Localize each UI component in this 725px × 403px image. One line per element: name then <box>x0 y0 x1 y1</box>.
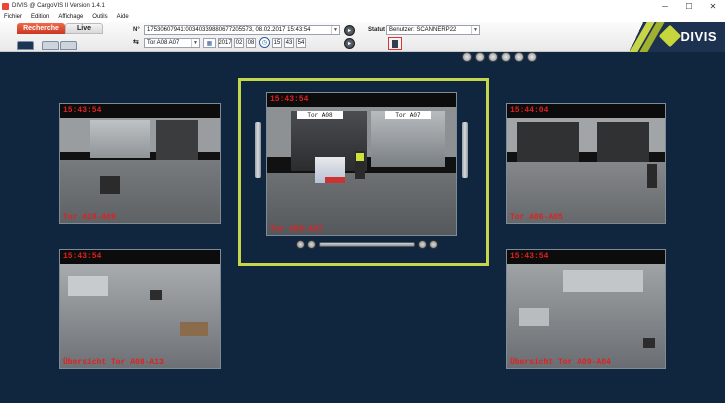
window-controls: ─ ☐ ✕ <box>653 0 725 12</box>
title-bar: DIVIS @ CargoVIS II Version 1.4.1 ─ ☐ ✕ <box>0 0 725 12</box>
camera-timestamp: 15:44:04 <box>510 106 549 115</box>
worker-vest <box>356 153 364 161</box>
camera-tile-right-top[interactable]: 15:44:04 Tor A06-A05 <box>506 103 666 224</box>
forklift <box>150 290 162 300</box>
statut-select[interactable]: Benutzer: SCANNERP22 ▼ <box>386 25 480 35</box>
camera-viewer: 15:43:54 Tor A10-A09 Tor A08 Tor A07 15:… <box>0 52 725 403</box>
prev-icon[interactable] <box>462 52 472 62</box>
menu-fichier[interactable]: Fichier <box>4 14 22 20</box>
pallets <box>563 270 643 292</box>
camera-timestamp: 15:43:54 <box>63 106 102 115</box>
camera-timestamp: 15:43:54 <box>510 252 549 261</box>
camera-icon[interactable] <box>501 52 511 62</box>
app-icon <box>2 2 9 10</box>
camera-name: Tor A10-A09 <box>63 213 116 222</box>
camera-tile-right-bottom[interactable]: 15:43:54 Übersicht Tor A09-A04 <box>506 249 666 369</box>
window-title: DIVIS @ CargoVIS II Version 1.4.1 <box>12 3 105 9</box>
camera-tile-left-top[interactable]: 15:43:54 Tor A10-A09 <box>59 103 221 224</box>
camera-tile-center[interactable]: Tor A08 Tor A07 15:43:54 Tor A08-A07 <box>266 92 457 236</box>
scroll-right-handle[interactable] <box>462 122 468 178</box>
camera-name: Übersicht Tor A09-A04 <box>510 358 611 367</box>
calendar-icon[interactable]: ▦ <box>203 38 216 48</box>
step-back-icon[interactable] <box>307 240 316 249</box>
person <box>100 176 120 194</box>
camera-name: Übersicht Tor A08-A13 <box>63 358 164 367</box>
day-field[interactable]: 08 <box>246 38 256 48</box>
pallets <box>68 276 108 296</box>
scanner-icon <box>392 39 398 48</box>
go-number-button[interactable]: ▸ <box>344 25 355 36</box>
divis-logo-icon <box>658 24 682 48</box>
camera-timestamp: 15:43:54 <box>270 95 309 104</box>
tab-live[interactable]: Live <box>65 23 103 34</box>
pallets <box>519 308 549 326</box>
chevron-down-icon: ▼ <box>331 26 339 34</box>
menu-affichage[interactable]: Affichage <box>58 14 83 20</box>
layout-tab-2[interactable] <box>42 41 59 50</box>
worker <box>647 164 657 188</box>
scroll-left-handle[interactable] <box>255 122 261 178</box>
month-field[interactable]: 02 <box>234 38 244 48</box>
view-controls <box>462 52 540 62</box>
number-select-value: 17530607941:0034033988067720557​3, 08.02… <box>147 27 311 33</box>
gate-opening <box>156 120 198 160</box>
mail-icon[interactable] <box>527 52 537 62</box>
gate-door-right <box>371 111 445 167</box>
clock-icon[interactable]: ◷ <box>259 37 270 48</box>
layout-tab-3[interactable] <box>60 41 77 50</box>
scanner-button[interactable] <box>388 37 402 50</box>
toolbar: Recherche Live N° ⇆ 17530607941:00340339… <box>0 22 725 52</box>
chevron-down-icon: ▼ <box>471 26 479 34</box>
second-field[interactable]: 54 <box>296 38 306 48</box>
export-icon[interactable] <box>514 52 524 62</box>
record-icon[interactable] <box>488 52 498 62</box>
camera-tile-left-bottom[interactable]: 15:43:54 Übersicht Tor A08-A13 <box>59 249 221 369</box>
fast-forward-icon[interactable] <box>429 240 438 249</box>
layout-tab-1[interactable] <box>17 41 34 50</box>
gate-icon: ⇆ <box>133 39 139 46</box>
next-icon[interactable] <box>475 52 485 62</box>
camera-timestamp: 15:43:54 <box>63 252 102 261</box>
camera-name: Tor A06-A05 <box>510 213 563 222</box>
gate-opening-right <box>597 122 649 162</box>
chevron-down-icon: ▼ <box>191 39 199 47</box>
number-select[interactable]: 17530607941:0034033988067720557​3, 08.02… <box>144 25 340 35</box>
gate-sign-left: Tor A08 <box>297 111 343 119</box>
brand-banner: DIVIS <box>629 22 725 52</box>
brand-logo-text: DIVIS <box>680 29 717 44</box>
minimize-button[interactable]: ─ <box>653 0 677 12</box>
year-field[interactable]: 2017 <box>218 38 232 48</box>
pallet-jack <box>325 177 345 183</box>
menu-edition[interactable]: Edition <box>31 14 49 20</box>
gate-sign-right: Tor A07 <box>385 111 431 119</box>
camera-name: Tor A08-A07 <box>270 225 323 234</box>
gate-door <box>90 120 150 158</box>
hour-field[interactable]: 15 <box>272 38 282 48</box>
number-label: N° <box>133 27 140 33</box>
playback-slider[interactable] <box>319 242 415 247</box>
gate-select[interactable]: Tor A08 A07 ▼ <box>144 38 200 48</box>
app-window: DIVIS @ CargoVIS II Version 1.4.1 ─ ☐ ✕ … <box>0 0 725 403</box>
pallets <box>180 322 208 336</box>
statut-label: Statut <box>368 27 385 33</box>
minute-field[interactable]: 43 <box>284 38 294 48</box>
gate-opening-left <box>517 122 579 162</box>
step-forward-icon[interactable] <box>418 240 427 249</box>
rewind-icon[interactable] <box>296 240 305 249</box>
menu-bar: Fichier Edition Affichage Outils Aide <box>0 12 725 22</box>
statut-select-value: Benutzer: SCANNERP22 <box>389 27 457 33</box>
menu-outils[interactable]: Outils <box>92 14 107 20</box>
playback-controls <box>296 240 438 249</box>
maximize-button[interactable]: ☐ <box>677 0 701 12</box>
menu-aide[interactable]: Aide <box>117 14 129 20</box>
close-button[interactable]: ✕ <box>701 0 725 12</box>
go-time-button[interactable]: ▸ <box>344 38 355 49</box>
forklift <box>643 338 655 348</box>
tab-recherche[interactable]: Recherche <box>17 23 65 34</box>
gate-select-value: Tor A08 A07 <box>147 40 180 46</box>
